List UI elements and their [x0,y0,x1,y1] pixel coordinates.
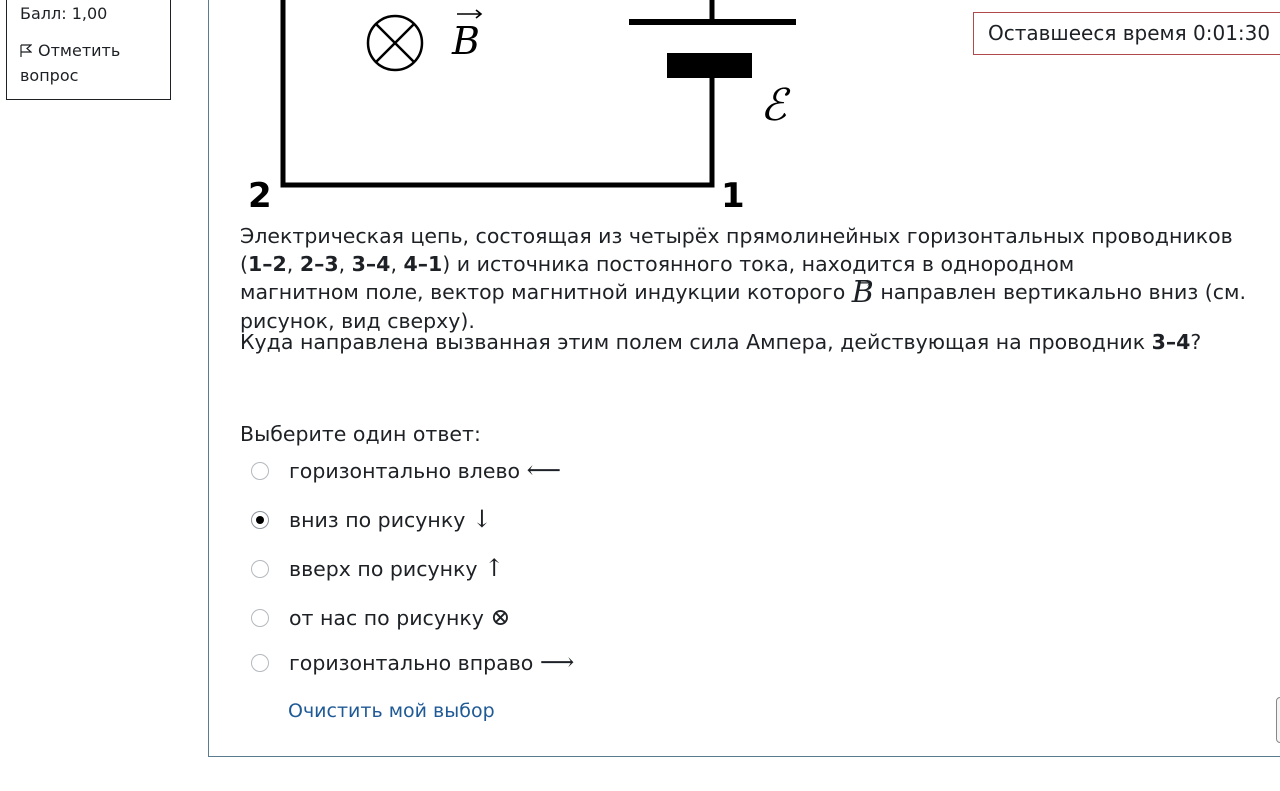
question-text: Электрическая цепь, состоящая из четырёх… [240,222,1265,356]
segment-2-3: 2–3 [299,252,339,276]
answer-prompt: Выберите один ответ: [240,422,481,446]
segment-4-1: 4–1 [403,252,443,276]
radio-button[interactable] [251,462,269,480]
flag-label: Отметить вопрос [20,41,121,85]
option-text: вниз по рисунку [289,508,466,532]
flag-icon [20,41,34,64]
option-label: горизонтально вправо ⟶ [289,648,574,676]
question-text-part: ? [1190,330,1202,354]
conductor-label: 3–4 [1151,330,1191,354]
circuit-figure: B ℰ 2 1 [248,0,796,215]
arrow-down-icon: ↓ [471,505,492,533]
emf-label: ℰ [760,80,791,131]
option-text: от нас по рисунку [289,606,484,630]
radio-button[interactable] [251,560,269,578]
question-text-part: Куда направлена вызванная этим полем сил… [240,330,1152,354]
field-into-page-icon [366,14,424,72]
circuit-wire [280,0,715,188]
option-text: горизонтально влево [289,459,521,483]
svg-text:B: B [451,19,480,63]
flag-question-button[interactable]: Отметить вопрос [20,39,170,87]
option-label: горизонтально влево ⟵ [289,456,561,484]
battery-long-plate [629,19,796,25]
inline-vector-b: → B [852,273,874,308]
question-text-part: магнитном поле, вектор магнитной индукци… [240,280,852,304]
question-paragraph-1: Электрическая цепь, состоящая из четырёх… [240,222,1265,333]
separator: , [338,252,352,276]
separator: , [286,252,300,276]
option-text: горизонтально вправо [289,651,534,675]
vector-arrow-icon: → [857,273,872,292]
question-info-panel: Балл: 1,00 Отметить вопрос [6,0,171,100]
separator: , [390,252,404,276]
radio-button-selected[interactable] [251,511,269,529]
arrow-up-icon: ↑ [484,554,505,582]
arrow-right-icon: ⟶ [539,648,575,676]
option-label: от нас по рисунку ⊗ [289,603,511,631]
question-score: Балл: 1,00 [20,4,108,23]
radio-button[interactable] [251,609,269,627]
node-label-2: 2 [248,176,272,215]
segment-1-2: 1–2 [248,252,287,276]
clear-choice-link[interactable]: Очистить мой выбор [288,700,495,722]
question-text-part: ) и источника постоянного тока, находитс… [442,252,1075,276]
battery-short-plate [667,53,752,78]
field-vector-label: B [451,9,483,63]
radio-button[interactable] [251,654,269,672]
segment-3-4: 3–4 [351,252,391,276]
node-label-1: 1 [721,176,745,215]
option-label: вниз по рисунку ↓ [289,505,492,533]
arrow-left-icon: ⟵ [526,456,562,484]
cross-circle-icon: ⊗ [490,603,511,631]
option-label: вверх по рисунку ↑ [289,554,504,582]
side-drawer-tab[interactable] [1276,697,1280,743]
option-text: вверх по рисунку [289,557,478,581]
question-paragraph-2: Куда направлена вызванная этим полем сил… [240,328,1265,356]
